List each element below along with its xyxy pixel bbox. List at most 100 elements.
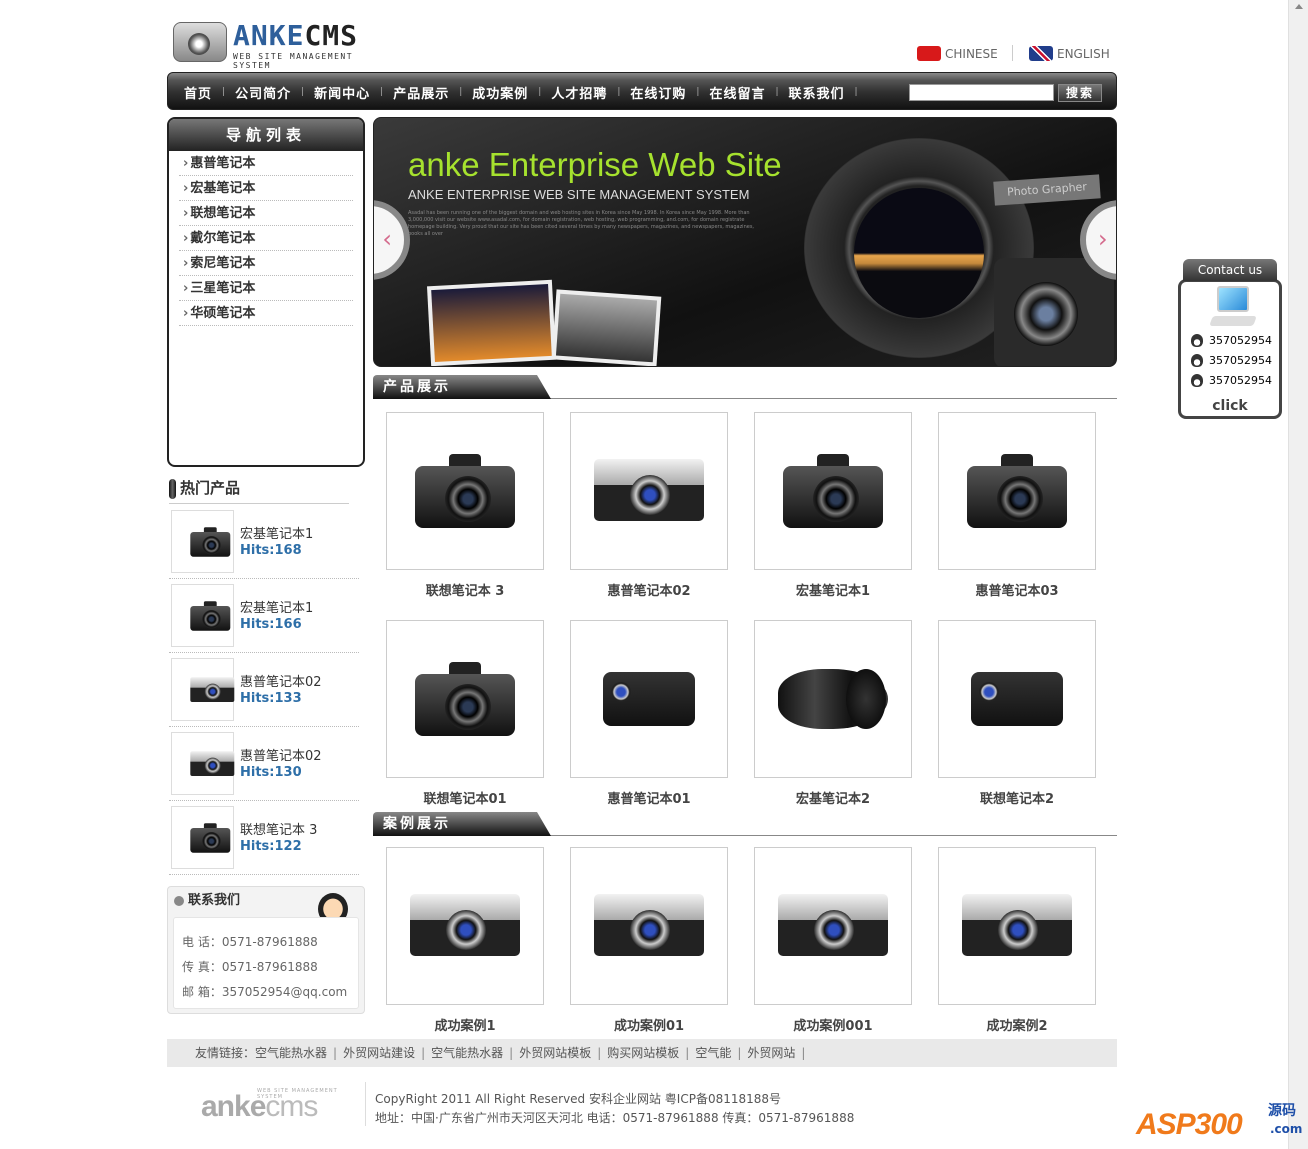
contact-click-button[interactable]: click: [1181, 398, 1279, 414]
lang-chinese-link[interactable]: CHINESE: [917, 46, 998, 61]
product-name[interactable]: 联想笔记本 3: [386, 580, 544, 599]
case-image[interactable]: [754, 847, 912, 1005]
product-name[interactable]: 联想笔记本2: [938, 788, 1096, 807]
product-card[interactable]: 联想笔记本 3: [386, 412, 544, 599]
product-name[interactable]: 联想笔记本01: [386, 788, 544, 807]
hot-product-item[interactable]: 宏基笔记本1 Hits:168: [169, 505, 359, 579]
scroll-up-arrow-icon[interactable]: [1295, 4, 1303, 9]
case-name[interactable]: 成功案例01: [570, 1015, 728, 1034]
nav-item[interactable]: 首页: [184, 83, 212, 102]
nav-item[interactable]: 成功案例: [472, 83, 528, 102]
nav-item[interactable]: 联系我们: [789, 83, 845, 102]
category-item[interactable]: 惠普笔记本: [179, 151, 353, 176]
category-item[interactable]: 华硕笔记本: [179, 301, 353, 326]
hot-product-thumb[interactable]: [171, 658, 235, 721]
friend-link[interactable]: 空气能: [695, 1046, 731, 1060]
friend-link[interactable]: 外贸网站模板: [519, 1046, 591, 1060]
hot-product-name[interactable]: 联想笔记本 3: [240, 819, 317, 838]
hot-product-thumb[interactable]: [171, 806, 234, 869]
product-card[interactable]: 联想笔记本01: [386, 620, 544, 807]
hot-product-thumb[interactable]: [171, 732, 235, 795]
product-image[interactable]: [938, 412, 1096, 570]
case-name[interactable]: 成功案例2: [938, 1015, 1096, 1034]
product-name[interactable]: 宏基笔记本1: [754, 580, 912, 599]
product-card[interactable]: 惠普笔记本03: [938, 412, 1096, 599]
product-image[interactable]: [386, 412, 544, 570]
cases-title: 案例展示: [373, 812, 551, 836]
case-card[interactable]: 成功案例01: [570, 847, 728, 1034]
product-name[interactable]: 宏基笔记本2: [754, 788, 912, 807]
category-item[interactable]: 联想笔记本: [179, 201, 353, 226]
products-title: 产品展示: [373, 375, 551, 399]
product-card[interactable]: 宏基笔记本1: [754, 412, 912, 599]
product-card[interactable]: 惠普笔记本01: [570, 620, 728, 807]
hot-product-item[interactable]: 惠普笔记本02 Hits:130: [169, 727, 359, 801]
category-item[interactable]: 索尼笔记本: [179, 251, 353, 276]
hot-product-item[interactable]: 宏基笔记本1 Hits:166: [169, 579, 359, 653]
nav-item[interactable]: 公司简介: [235, 83, 291, 102]
link-divider: |: [801, 1046, 806, 1060]
rangefinder-camera-icon: [594, 894, 704, 958]
banner-prev-button[interactable]: ‹: [374, 200, 410, 280]
category-item[interactable]: 戴尔笔记本: [179, 226, 353, 251]
hot-product-name[interactable]: 惠普笔记本02: [240, 745, 322, 764]
hot-product-name[interactable]: 惠普笔记本02: [240, 671, 322, 690]
main-nav: 首页 | 公司简介 | 新闻中心 | 产品展示 | 成功案例 | 人才招聘 | 在线订购 | 在线留言 | 联系…: [167, 72, 1117, 110]
nav-item[interactable]: 新闻中心: [314, 83, 370, 102]
product-card[interactable]: 联想笔记本2: [938, 620, 1096, 807]
friend-link[interactable]: 外贸网站: [747, 1046, 795, 1060]
search-input[interactable]: [909, 84, 1054, 101]
product-image[interactable]: [754, 620, 912, 778]
rangefinder-camera-icon: [962, 894, 1072, 958]
hot-product-name[interactable]: 宏基笔记本1: [240, 597, 313, 616]
product-image[interactable]: [570, 620, 728, 778]
qq-link[interactable]: 357052954: [1191, 374, 1272, 387]
product-name[interactable]: 惠普笔记本02: [570, 580, 728, 599]
product-image[interactable]: [386, 620, 544, 778]
friend-link[interactable]: 空气能热水器: [431, 1046, 503, 1060]
case-name[interactable]: 成功案例001: [754, 1015, 912, 1034]
hot-product-name[interactable]: 宏基笔记本1: [240, 523, 313, 542]
product-image[interactable]: [938, 620, 1096, 778]
search-button[interactable]: 搜索: [1058, 84, 1102, 102]
case-image[interactable]: [570, 847, 728, 1005]
lang-english-link[interactable]: ENGLISH: [1029, 46, 1110, 61]
nav-divider: |: [775, 87, 779, 97]
product-image[interactable]: [570, 412, 728, 570]
site-logo[interactable]: ANKECMS WEB SITE MANAGEMENT SYSTEM: [173, 16, 393, 70]
category-nav-title: 导航列表: [169, 119, 363, 151]
hot-product-thumb[interactable]: [171, 584, 234, 647]
category-item[interactable]: 宏基笔记本: [179, 176, 353, 201]
case-card[interactable]: 成功案例001: [754, 847, 912, 1034]
nav-item[interactable]: 产品展示: [393, 83, 449, 102]
category-item[interactable]: 三星笔记本: [179, 276, 353, 301]
footer-copyright: CopyRight 2011 All Right Reserved 安科企业网站…: [375, 1092, 782, 1106]
friend-link[interactable]: 空气能热水器: [255, 1046, 327, 1060]
bullet-icon: [174, 895, 184, 906]
case-card[interactable]: 成功案例2: [938, 847, 1096, 1034]
category-list: 惠普笔记本宏基笔记本联想笔记本戴尔笔记本索尼笔记本三星笔记本华硕笔记本: [169, 151, 363, 326]
vertical-scrollbar[interactable]: [1288, 0, 1308, 1149]
category-nav-panel: 导航列表 惠普笔记本宏基笔记本联想笔记本戴尔笔记本索尼笔记本三星笔记本华硕笔记本: [167, 117, 365, 467]
friend-links-bar: 友情链接：空气能热水器 | 外贸网站建设 | 空气能热水器 | 外贸网站模板 | 购买网站模板 |…: [167, 1039, 1117, 1067]
product-card[interactable]: 宏基笔记本2: [754, 620, 912, 807]
footer-logo: WEB SITE MANAGEMENT SYSTEM ankecms: [201, 1088, 361, 1122]
friend-link[interactable]: 购买网站模板: [607, 1046, 679, 1060]
hot-product-item[interactable]: 惠普笔记本02 Hits:133: [169, 653, 359, 727]
case-card[interactable]: 成功案例1: [386, 847, 544, 1034]
nav-item[interactable]: 在线留言: [709, 83, 765, 102]
product-card[interactable]: 惠普笔记本02: [570, 412, 728, 599]
nav-item[interactable]: 在线订购: [630, 83, 686, 102]
hot-product-item[interactable]: 联想笔记本 3 Hits:122: [169, 801, 359, 875]
product-image[interactable]: [754, 412, 912, 570]
case-image[interactable]: [386, 847, 544, 1005]
case-image[interactable]: [938, 847, 1096, 1005]
product-name[interactable]: 惠普笔记本01: [570, 788, 728, 807]
product-name[interactable]: 惠普笔记本03: [938, 580, 1096, 599]
qq-link[interactable]: 357052954: [1191, 334, 1272, 347]
case-name[interactable]: 成功案例1: [386, 1015, 544, 1034]
nav-item[interactable]: 人才招聘: [551, 83, 607, 102]
friend-link[interactable]: 外贸网站建设: [343, 1046, 415, 1060]
qq-link[interactable]: 357052954: [1191, 354, 1272, 367]
hot-product-thumb[interactable]: [171, 510, 234, 573]
